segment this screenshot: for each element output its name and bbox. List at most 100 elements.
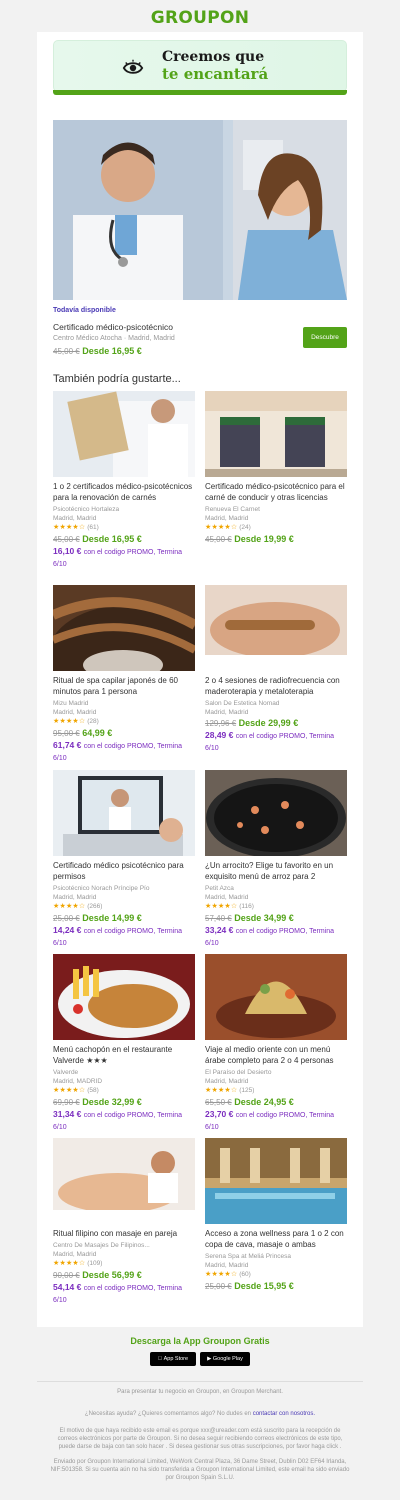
deal-old-price: 45,00 €	[53, 535, 80, 544]
deal-card[interactable]: Ritual filipino con masaje en pareja Cent…	[53, 1138, 195, 1306]
groupon-logo[interactable]: GROUPON	[0, 8, 400, 28]
deal-old-price: 65,50 €	[205, 1098, 232, 1107]
deal-card[interactable]: Viaje al medio oriente con un menú árabe…	[205, 954, 347, 1133]
deal-image[interactable]	[205, 1138, 347, 1224]
deal-promo-price: 14,24 €	[53, 925, 82, 935]
deal-location: Madrid, Madrid	[205, 709, 249, 716]
deal-merchant: Renueva El Carnet	[205, 506, 260, 513]
app-download-title: Descarga la App Groupon Gratis	[130, 1336, 270, 1346]
deal-old-price: 25,00 €	[53, 914, 80, 923]
deal-promo-price: 61,74 €	[53, 740, 82, 750]
deal-price: Desde 16,95 €	[82, 534, 142, 544]
deal-title[interactable]: Menú cachopón en el restaurante Valverde…	[53, 1044, 195, 1066]
deal-image[interactable]	[205, 585, 347, 671]
help-line: ¿Necesitas ayuda? ¿Quieres comentarnos a…	[50, 1410, 350, 1418]
play-icon: ▶	[207, 1356, 212, 1362]
hero-old-price: 45,00 €	[53, 347, 80, 356]
deal-image[interactable]	[53, 770, 195, 856]
deal-title[interactable]: Acceso a zona wellness para 1 o 2 con co…	[205, 1228, 347, 1250]
deal-location: Madrid, Madrid	[205, 894, 249, 901]
deal-price: Desde 32,99 €	[82, 1097, 142, 1107]
deal-title[interactable]: ¿Un arrocito? Elige tu favorito en un ex…	[205, 860, 347, 882]
deal-rating: ★★★★☆ (58)	[53, 1086, 195, 1096]
star-rating-icon: ★★★★☆	[205, 524, 238, 531]
deal-merchant: Mizu Madrid	[53, 700, 89, 707]
app-store-label: App Store	[160, 1356, 188, 1362]
deal-old-price: 129,96 €	[205, 719, 237, 728]
deal-card[interactable]: 2 o 4 sesiones de radiofrecuencia con ma…	[205, 585, 347, 754]
hero-merchant-name: Centro Médico Atocha	[53, 335, 122, 342]
deal-prices: 95,00 € 64,99 €	[53, 727, 195, 740]
deal-location: Madrid, Madrid	[53, 1251, 97, 1258]
deal-card[interactable]: Acceso a zona wellness para 1 o 2 con co…	[205, 1138, 347, 1293]
deal-prices: 65,50 € Desde 24,95 €	[205, 1096, 347, 1109]
review-count: (60)	[239, 1271, 251, 1278]
recommendation-banner: Creemos que te encantará	[53, 40, 347, 92]
deal-title[interactable]: Viaje al medio oriente con un menú árabe…	[205, 1044, 347, 1066]
deal-rating: ★★★★☆ (61)	[53, 523, 195, 533]
deal-title[interactable]: Ritual de spa capilar japonés de 60 minu…	[53, 675, 195, 697]
star-rating-icon: ★★★★☆	[205, 1271, 238, 1278]
contact-link[interactable]: contactar con nosotros.	[253, 1411, 315, 1417]
banner-line-1: Creemos que	[162, 49, 265, 65]
deal-image[interactable]	[53, 391, 195, 477]
hero-title[interactable]: Certificado médico-psicotécnico	[53, 322, 173, 332]
deal-promo-price: 33,24 €	[205, 925, 234, 935]
deal-image[interactable]	[205, 770, 347, 856]
deal-prices: 25,00 € Desde 14,99 €	[53, 912, 195, 925]
address-text: Enviado por Groupon International Limite…	[50, 1459, 350, 1481]
star-rating-icon: ★★★★☆	[53, 1087, 86, 1094]
deal-price: Desde 15,95 €	[234, 1281, 294, 1291]
review-count: (116)	[239, 903, 254, 910]
deal-card[interactable]: Menú cachopón en el restaurante Valverde…	[53, 954, 195, 1133]
deal-price: 64,99 €	[82, 728, 113, 738]
deal-title[interactable]: Ritual filipino con masaje en pareja	[53, 1228, 195, 1239]
deal-image[interactable]	[205, 954, 347, 1040]
deal-old-price: 45,00 €	[205, 535, 232, 544]
google-play-badge[interactable]: ▶ Google Play	[200, 1352, 250, 1366]
deal-location: Madrid, Madrid	[205, 1078, 249, 1085]
deal-promo: 54,14 € con el codigo PROMO, Termina 6/1…	[53, 1282, 195, 1306]
deal-prices: 45,00 € Desde 16,95 €	[53, 533, 195, 546]
review-count: (109)	[87, 1260, 103, 1267]
banner-accent-bar	[53, 90, 347, 95]
hero-image[interactable]	[53, 120, 347, 300]
deal-rating: ★★★★☆ (24)	[205, 523, 347, 533]
deal-image[interactable]	[53, 1138, 195, 1224]
deal-old-price: 57,40 €	[205, 914, 232, 923]
deal-card[interactable]: Certificado médico psicotécnico para per…	[53, 770, 195, 949]
star-rating-icon: ★★★★☆	[53, 903, 86, 910]
deal-image[interactable]	[53, 585, 195, 671]
hero-prices: 45,00 € Desde 16,95 €	[53, 346, 142, 356]
review-count: (24)	[239, 524, 251, 531]
deal-card[interactable]: Certificado médico-psicotécnico para el …	[205, 391, 347, 546]
footer-divider	[37, 1381, 363, 1382]
availability-tag: Todavía disponible	[53, 307, 116, 314]
deal-merchant: Serena Spa at Meliá Princesa	[205, 1253, 291, 1260]
deal-old-price: 95,00 €	[53, 729, 80, 738]
deal-card[interactable]: Ritual de spa capilar japonés de 60 minu…	[53, 585, 195, 764]
discover-button[interactable]: Descubre	[303, 327, 347, 348]
deal-promo: 16,10 € con el codigo PROMO, Termina 6/1…	[53, 546, 195, 570]
deal-title[interactable]: Certificado médico psicotécnico para per…	[53, 860, 195, 882]
deal-price: Desde 14,99 €	[82, 913, 142, 923]
deal-price: Desde 56,99 €	[82, 1270, 142, 1280]
review-count: (266)	[87, 903, 103, 910]
deal-title[interactable]: 2 o 4 sesiones de radiofrecuencia con ma…	[205, 675, 347, 697]
deal-promo-price: 31,34 €	[53, 1109, 82, 1119]
google-play-label: Google Play	[212, 1356, 243, 1362]
hero-price: Desde 16,95 €	[82, 346, 142, 356]
deal-card[interactable]: ¿Un arrocito? Elige tu favorito en un ex…	[205, 770, 347, 949]
app-store-badge[interactable]:  App Store	[150, 1352, 196, 1366]
deal-title[interactable]: 1 o 2 certificados médico-psicotécnicos …	[53, 481, 195, 503]
deal-image[interactable]	[205, 391, 347, 477]
deal-location: Madrid, Madrid	[53, 515, 97, 522]
deal-card[interactable]: 1 o 2 certificados médico-psicotécnicos …	[53, 391, 195, 570]
deal-merchant: Salon De Estetica Nomad	[205, 700, 280, 707]
deal-image[interactable]	[53, 954, 195, 1040]
deal-promo: 23,70 € con el codigo PROMO, Termina 6/1…	[205, 1109, 347, 1133]
deal-title[interactable]: Certificado médico-psicotécnico para el …	[205, 481, 347, 503]
deal-merchant: Psicotécnico Norach Príncipe Pío	[53, 885, 150, 892]
deal-location: Madrid, Madrid	[205, 515, 249, 522]
deal-rating: ★★★★☆ (109)	[53, 1259, 195, 1269]
